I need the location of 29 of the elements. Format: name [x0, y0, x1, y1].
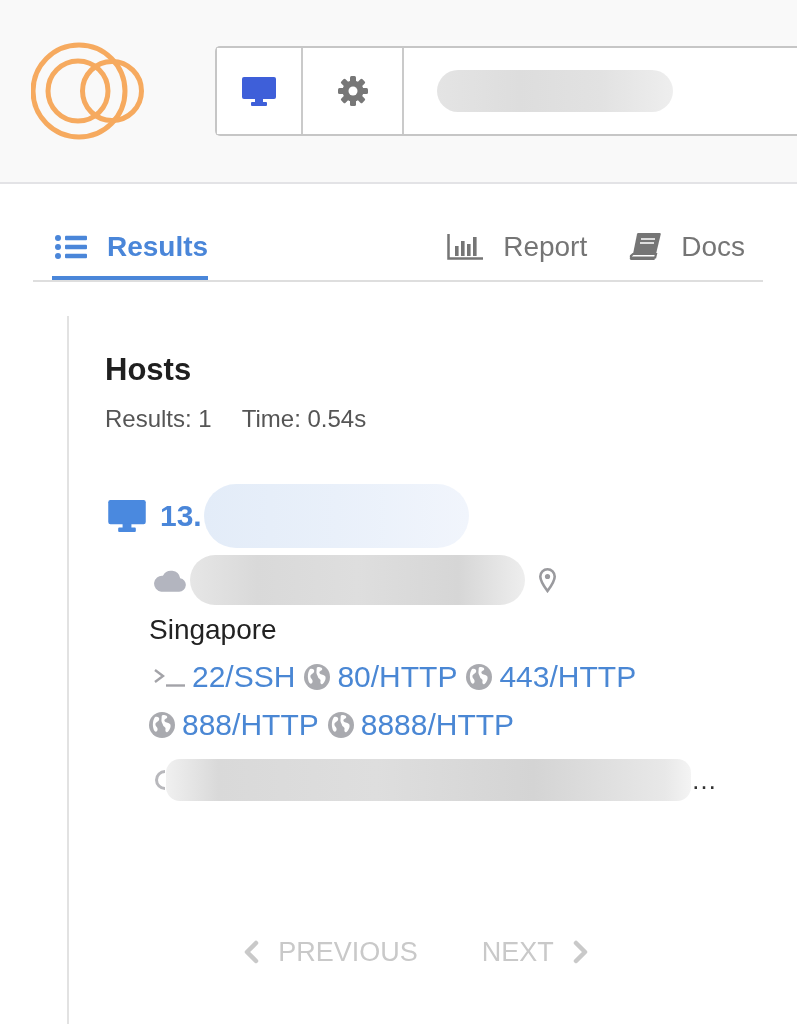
result-stat: Time: 0.54s [241, 404, 367, 433]
service-link[interactable]: 888/HTTP [182, 701, 319, 749]
book-icon [629, 233, 662, 261]
chevron-right-icon [572, 940, 589, 964]
globe-icon [304, 664, 331, 690]
globe-icon [149, 712, 175, 738]
tab[interactable]: Results [52, 216, 209, 280]
host-address-link[interactable]: 13. [160, 498, 202, 534]
tab[interactable]: Docs [629, 216, 745, 280]
service-link[interactable]: 8888/HTTP [360, 701, 515, 749]
truncated-text: … [691, 764, 717, 796]
monitor-icon [108, 500, 146, 532]
cloud-icon [153, 568, 186, 592]
list-icon [55, 235, 87, 259]
service-link[interactable]: 443/HTTP [499, 653, 637, 701]
service-link[interactable]: 22/SSH [192, 653, 296, 701]
globe-icon [466, 664, 493, 690]
terminal-icon [153, 667, 185, 687]
chevron-left-icon [243, 940, 260, 964]
bar-chart-icon [447, 234, 484, 260]
globe-icon [327, 712, 354, 738]
rings-logo-icon [31, 42, 145, 140]
partial-ring-icon [154, 769, 166, 791]
result-stat: Results: 1 [105, 404, 212, 433]
service-link[interactable]: 80/HTTP [337, 653, 458, 701]
tab[interactable]: Report [447, 216, 588, 280]
map-pin-icon [539, 567, 556, 593]
location-text: Singapore [149, 613, 278, 647]
section-title: Hosts [105, 351, 192, 388]
